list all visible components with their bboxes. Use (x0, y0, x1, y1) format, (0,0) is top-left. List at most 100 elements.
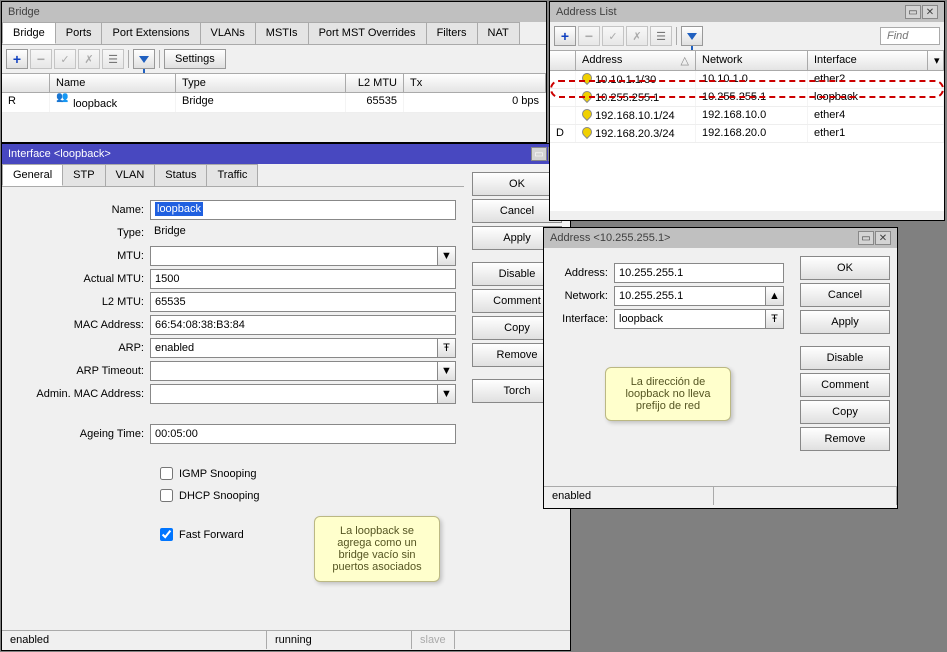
tab-vlans[interactable]: VLANs (200, 22, 256, 44)
dropdown-arrow-icon[interactable]: ▼ (438, 384, 456, 404)
tab-ports[interactable]: Ports (55, 22, 103, 44)
table-row[interactable]: R loopback Bridge 65535 0 bps (2, 93, 546, 113)
tab-stp[interactable]: STP (62, 164, 105, 186)
minimize-icon[interactable]: ▭ (905, 5, 921, 19)
col-l2mtu[interactable]: L2 MTU (346, 74, 404, 92)
col-interface[interactable]: Interface (808, 51, 928, 70)
network-input[interactable] (614, 286, 766, 306)
actual-mtu-label: Actual MTU: (10, 273, 150, 285)
bridge-toolbar: + − ✓ ✗ ☰ Settings (2, 45, 546, 74)
minimize-icon[interactable]: ▭ (858, 231, 874, 245)
disable-button[interactable]: Disable (800, 346, 890, 370)
copy-button[interactable]: Copy (800, 400, 890, 424)
find-input[interactable] (880, 27, 940, 45)
row-tx: 0 bps (404, 93, 546, 112)
address-input[interactable] (614, 263, 784, 283)
address-list-title: Address List (556, 6, 617, 18)
tab-filters[interactable]: Filters (426, 22, 478, 44)
enable-button[interactable]: ✓ (54, 49, 76, 69)
up-arrow-icon[interactable]: ▲ (766, 286, 784, 306)
bridge-grid-body: R loopback Bridge 65535 0 bps (2, 93, 546, 113)
bridge-icon (56, 95, 70, 107)
close-icon[interactable]: ✕ (875, 231, 891, 245)
address-button-column: OK Cancel Apply Disable Comment Copy Rem… (792, 248, 898, 486)
l2mtu-label: L2 MTU: (10, 296, 150, 308)
bridge-grid-header: Name Type L2 MTU Tx (2, 74, 546, 93)
arp-timeout-label: ARP Timeout: (10, 365, 150, 377)
tab-port-extensions[interactable]: Port Extensions (101, 22, 200, 44)
cancel-button[interactable]: Cancel (800, 283, 890, 307)
ageing-label: Ageing Time: (10, 428, 150, 440)
bridge-titlebar: Bridge (2, 2, 546, 22)
dhcp-checkbox[interactable] (160, 489, 173, 502)
tab-port-mst-overrides[interactable]: Port MST Overrides (308, 22, 427, 44)
row-l2mtu: 65535 (346, 93, 404, 112)
settings-button[interactable]: Settings (164, 49, 226, 69)
tab-status[interactable]: Status (154, 164, 207, 186)
fast-label: Fast Forward (179, 529, 244, 541)
col-network[interactable]: Network (696, 51, 808, 70)
comment-button[interactable]: ☰ (102, 49, 124, 69)
dropdown-arrow-icon[interactable]: Ŧ (766, 309, 784, 329)
ok-button[interactable]: OK (800, 256, 890, 280)
col-address[interactable]: Address△ (576, 51, 696, 70)
mac-input[interactable] (150, 315, 456, 335)
table-row[interactable]: 10.255.255.1 10.255.255.1 loopback (550, 89, 944, 107)
admin-mac-label: Admin. MAC Address: (10, 388, 150, 400)
remove-button[interactable]: Remove (800, 427, 890, 451)
tab-vlan[interactable]: VLAN (105, 164, 156, 186)
disable-button[interactable]: ✗ (626, 26, 648, 46)
col-name[interactable]: Name (50, 74, 176, 92)
address-list-window: Address List ▭ ✕ + − ✓ ✗ ☰ Address△ Netw… (549, 1, 945, 221)
close-icon[interactable]: ✕ (922, 5, 938, 19)
name-label: Name: (10, 204, 150, 216)
name-input[interactable]: loopback (150, 200, 456, 220)
filter-button[interactable] (133, 49, 155, 69)
add-button[interactable]: + (554, 26, 576, 46)
remove-button[interactable]: − (578, 26, 600, 46)
interface-input[interactable] (614, 309, 766, 329)
pin-icon (580, 89, 594, 103)
col-tx[interactable]: Tx (404, 74, 546, 92)
dropdown-arrow-icon[interactable]: ▼ (438, 361, 456, 381)
column-menu-icon[interactable]: ▾ (928, 51, 944, 70)
table-row[interactable]: D 192.168.20.3/24 192.168.20.0 ether1 (550, 125, 944, 143)
mtu-input[interactable] (150, 246, 438, 266)
address-edit-window: Address <10.255.255.1> ▭ ✕ Address: Netw… (543, 227, 898, 509)
tab-mstis[interactable]: MSTIs (255, 22, 309, 44)
dropdown-arrow-icon[interactable]: ▼ (438, 246, 456, 266)
tab-traffic[interactable]: Traffic (206, 164, 258, 186)
dropdown-arrow-icon[interactable]: Ŧ (438, 338, 456, 358)
disable-button[interactable]: ✗ (78, 49, 100, 69)
enable-button[interactable]: ✓ (602, 26, 624, 46)
admin-mac-input[interactable] (150, 384, 438, 404)
comment-button[interactable]: ☰ (650, 26, 672, 46)
filter-button[interactable] (681, 26, 703, 46)
tooltip-loopback-bridge: La loopback se agrega como un bridge vac… (314, 516, 440, 582)
table-row[interactable]: 192.168.10.1/24 192.168.10.0 ether4 (550, 107, 944, 125)
actual-mtu-input[interactable] (150, 269, 456, 289)
pin-icon (580, 107, 594, 121)
ageing-input[interactable] (150, 424, 456, 444)
address-list-titlebar: Address List ▭ ✕ (550, 2, 944, 22)
tab-bridge[interactable]: Bridge (2, 22, 56, 44)
bridge-title: Bridge (8, 6, 40, 18)
add-button[interactable]: + (6, 49, 28, 69)
l2mtu-input[interactable] (150, 292, 456, 312)
remove-button[interactable]: − (30, 49, 52, 69)
arp-label: ARP: (10, 342, 150, 354)
interface-label: Interface: (552, 313, 614, 325)
comment-button[interactable]: Comment (800, 373, 890, 397)
fast-checkbox[interactable] (160, 528, 173, 541)
address-edit-title: Address <10.255.255.1> (550, 232, 670, 244)
address-grid-header: Address△ Network Interface ▾ (550, 51, 944, 71)
arp-timeout-input[interactable] (150, 361, 438, 381)
apply-button[interactable]: Apply (800, 310, 890, 334)
tab-nat[interactable]: NAT (477, 22, 520, 44)
tab-general[interactable]: General (2, 164, 63, 186)
table-row[interactable]: 10.10.1.1/30 10.10.1.0 ether2 (550, 71, 944, 89)
igmp-checkbox[interactable] (160, 467, 173, 480)
arp-input[interactable] (150, 338, 438, 358)
minimize-icon[interactable]: ▭ (531, 147, 547, 161)
col-type[interactable]: Type (176, 74, 346, 92)
